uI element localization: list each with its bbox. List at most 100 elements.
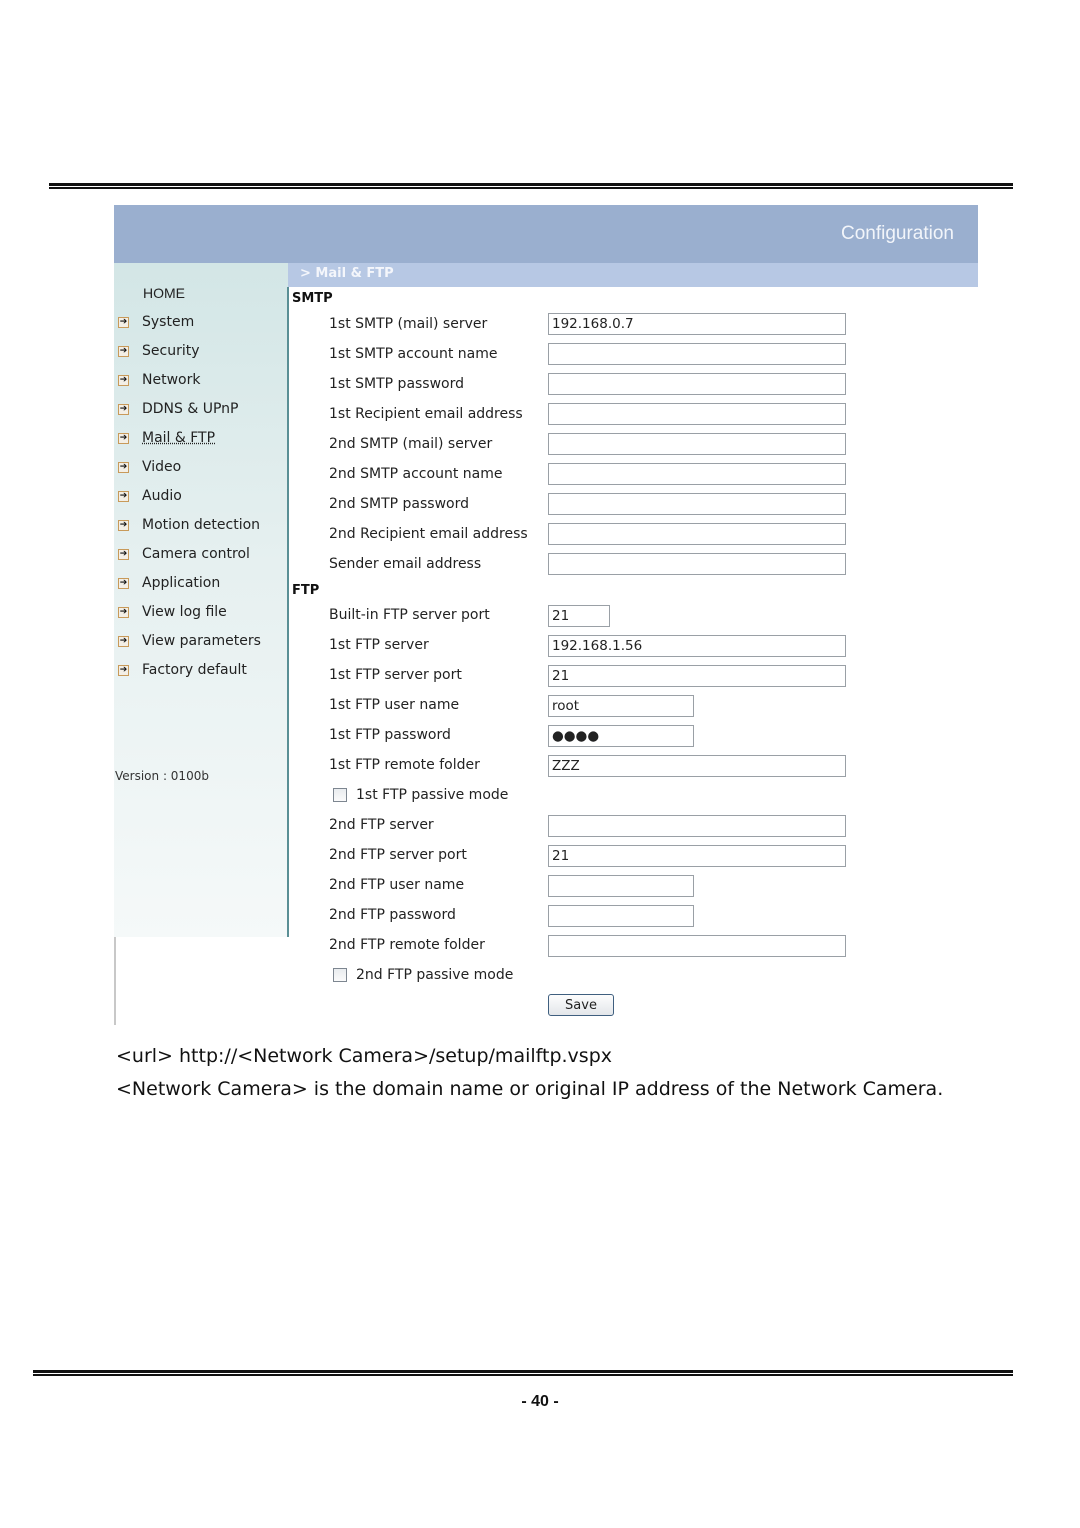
sidebar-item-video[interactable]: ➔ Video: [118, 457, 181, 477]
ftp2-username-input[interactable]: [548, 875, 694, 897]
header-banner: Configuration: [114, 205, 978, 263]
sidebar-item-system[interactable]: ➔ System: [118, 312, 194, 332]
config-ui: Configuration > Mail & FTP HOME ➔ System …: [114, 205, 978, 1025]
breadcrumb-bar: > Mail & FTP: [288, 263, 978, 287]
sidebar-divider: [287, 287, 289, 937]
smtp2-server-label: 2nd SMTP (mail) server: [329, 436, 493, 452]
url-line: <url> http://<Network Camera>/setup/mail…: [116, 1045, 612, 1067]
recipient1-email-input[interactable]: [548, 403, 846, 425]
ftp1-port-label: 1st FTP server port: [329, 667, 462, 683]
sidebar-item-label: Network: [142, 372, 201, 388]
smtp-section-title: SMTP: [292, 291, 333, 306]
ftp1-password-input[interactable]: [548, 725, 694, 747]
recipient2-email-label: 2nd Recipient email address: [329, 526, 528, 542]
arrow-right-icon: ➔: [118, 606, 129, 618]
sidebar-item-label: Factory default: [142, 662, 247, 678]
page-number: - 40 -: [521, 1393, 559, 1410]
ftp2-remote-folder-label: 2nd FTP remote folder: [329, 937, 485, 953]
arrow-right-icon: ➔: [118, 577, 129, 589]
sidebar: HOME ➔ System ➔ Security ➔ Network ➔ DDNS & …: [114, 263, 288, 937]
save-button[interactable]: Save: [548, 994, 614, 1016]
smtp1-server-label: 1st SMTP (mail) server: [329, 316, 488, 332]
description-text: <Network Camera> is the domain name or o…: [116, 1078, 944, 1100]
sidebar-item-security[interactable]: ➔ Security: [118, 341, 200, 361]
page-title: Configuration: [840, 223, 954, 244]
sidebar-item-label: View parameters: [142, 633, 261, 649]
sidebar-item-audio[interactable]: ➔ Audio: [118, 486, 182, 506]
sidebar-item-label: Motion detection: [142, 517, 261, 533]
sidebar-item-factory-default[interactable]: ➔ Factory default: [118, 660, 247, 680]
smtp1-account-label: 1st SMTP account name: [329, 346, 498, 362]
breadcrumb: > Mail & FTP: [300, 266, 394, 281]
recipient2-email-input[interactable]: [548, 523, 846, 545]
arrow-right-icon: ➔: [118, 345, 129, 357]
arrow-right-icon: ➔: [118, 461, 129, 473]
ftp2-port-label: 2nd FTP server port: [329, 847, 467, 863]
ftp1-username-input[interactable]: [548, 695, 694, 717]
ftp2-username-label: 2nd FTP user name: [329, 877, 465, 893]
arrow-right-icon: ➔: [118, 519, 129, 531]
ftp2-password-input[interactable]: [548, 905, 694, 927]
smtp2-password-label: 2nd SMTP password: [329, 496, 469, 512]
ftp2-passive-mode-label: 2nd FTP passive mode: [356, 967, 514, 983]
sidebar-home-link[interactable]: HOME: [143, 285, 185, 301]
ftp1-server-input[interactable]: [548, 635, 846, 657]
sidebar-item-label: Mail & FTP: [142, 430, 216, 446]
sender-email-input[interactable]: [548, 553, 846, 575]
builtin-ftp-port-label: Built-in FTP server port: [329, 607, 490, 623]
top-divider: [49, 183, 1013, 189]
checkbox-unchecked-icon[interactable]: [333, 788, 347, 802]
sidebar-item-label: Audio: [142, 488, 182, 504]
smtp2-server-input[interactable]: [548, 433, 846, 455]
sender-email-label: Sender email address: [329, 556, 482, 572]
builtin-ftp-port-input[interactable]: [548, 605, 610, 627]
version-label: Version : 0100b: [115, 769, 209, 783]
sidebar-item-view-log-file[interactable]: ➔ View log file: [118, 602, 227, 622]
smtp2-password-input[interactable]: [548, 493, 846, 515]
sidebar-item-mail-ftp[interactable]: ➔ Mail & FTP: [118, 428, 215, 448]
arrow-right-icon: ➔: [118, 403, 129, 415]
arrow-right-icon: ➔: [118, 548, 129, 560]
smtp2-account-label: 2nd SMTP account name: [329, 466, 503, 482]
sidebar-item-network[interactable]: ➔ Network: [118, 370, 200, 390]
ftp2-password-label: 2nd FTP password: [329, 907, 456, 923]
arrow-right-icon: ➔: [118, 316, 129, 328]
sidebar-item-camera-control[interactable]: ➔ Camera control: [118, 544, 250, 564]
sidebar-item-label: Video: [142, 459, 182, 475]
ftp1-username-label: 1st FTP user name: [329, 697, 460, 713]
sidebar-item-ddns-upnp[interactable]: ➔ DDNS & UPnP: [118, 399, 239, 419]
frame-border: [114, 937, 116, 1025]
ftp2-passive-mode-checkbox[interactable]: 2nd FTP passive mode: [333, 967, 513, 983]
sidebar-item-application[interactable]: ➔ Application: [118, 573, 220, 593]
ftp2-server-label: 2nd FTP server: [329, 817, 434, 833]
sidebar-item-motion-detection[interactable]: ➔ Motion detection: [118, 515, 260, 535]
arrow-right-icon: ➔: [118, 432, 129, 444]
arrow-right-icon: ➔: [118, 635, 129, 647]
ftp2-remote-folder-input[interactable]: [548, 935, 846, 957]
ftp1-port-input[interactable]: [548, 665, 846, 687]
recipient1-email-label: 1st Recipient email address: [329, 406, 523, 422]
smtp1-account-input[interactable]: [548, 343, 846, 365]
bottom-divider: [33, 1370, 1013, 1376]
sidebar-item-label: DDNS & UPnP: [142, 401, 239, 417]
ftp1-passive-mode-label: 1st FTP passive mode: [356, 787, 509, 803]
smtp1-password-input[interactable]: [548, 373, 846, 395]
sidebar-item-label: Security: [142, 343, 200, 359]
ftp1-password-label: 1st FTP password: [329, 727, 451, 743]
sidebar-item-label: Application: [142, 575, 221, 591]
ftp2-port-input[interactable]: [548, 845, 846, 867]
ftp1-remote-folder-input[interactable]: [548, 755, 846, 777]
smtp2-account-input[interactable]: [548, 463, 846, 485]
smtp1-password-label: 1st SMTP password: [329, 376, 465, 392]
ftp1-passive-mode-checkbox[interactable]: 1st FTP passive mode: [333, 787, 508, 803]
sidebar-item-label: System: [142, 314, 195, 330]
checkbox-unchecked-icon[interactable]: [333, 968, 347, 982]
ftp1-remote-folder-label: 1st FTP remote folder: [329, 757, 480, 773]
ftp2-server-input[interactable]: [548, 815, 846, 837]
smtp1-server-input[interactable]: [548, 313, 846, 335]
ftp-section-title: FTP: [292, 583, 320, 598]
arrow-right-icon: ➔: [118, 490, 129, 502]
arrow-right-icon: ➔: [118, 374, 129, 386]
arrow-right-icon: ➔: [118, 664, 129, 676]
sidebar-item-view-parameters[interactable]: ➔ View parameters: [118, 631, 261, 651]
